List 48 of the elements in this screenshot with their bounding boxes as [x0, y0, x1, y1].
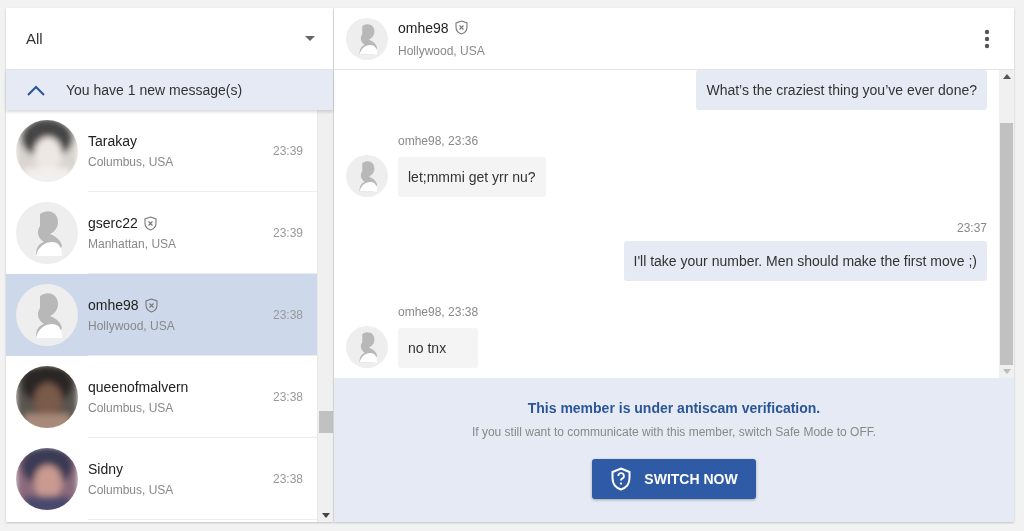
message-bubble: let;mmmi get yrr nu?	[398, 157, 546, 197]
scroll-up-icon[interactable]	[1002, 74, 1011, 79]
banner-text: You have 1 new message(s)	[66, 82, 243, 98]
contact-location: Columbus, USA	[88, 155, 175, 169]
avatar-drawing	[346, 17, 388, 60]
contact-name: omhe98	[88, 297, 139, 313]
more-icon[interactable]	[984, 28, 990, 49]
contact-item[interactable]: gserc22 Manhattan, USA 23:39	[6, 192, 317, 274]
message-time: 23:37	[956, 221, 987, 235]
chat-location: Hollywood, USA	[398, 43, 486, 58]
caret-icon	[305, 36, 315, 41]
message-sender-time: omhe98, 23:36	[398, 134, 480, 148]
avatar-drawing	[346, 326, 388, 368]
shield-question-icon	[610, 467, 633, 491]
contact-time: 23:38	[272, 472, 303, 486]
message-bubble: I'll take your number. Men should make the first move ;)	[623, 241, 987, 281]
contact-name: Tarakay	[88, 133, 138, 149]
scrollbar-thumb[interactable]	[1000, 123, 1013, 365]
avatar-drawing	[16, 284, 78, 346]
contact-time: 23:39	[272, 144, 303, 158]
contact-item[interactable]: omhe98 Hollywood, USA 23:38	[6, 274, 317, 356]
contact-location: Columbus, USA	[88, 483, 175, 497]
message-bubble: What’s the craziest thing you’ve ever done?	[696, 70, 987, 110]
scrollbar[interactable]	[317, 110, 333, 522]
new-message-banner[interactable]: You have 1 new message(s)	[6, 70, 333, 110]
contact-item[interactable]: Sidny Columbus, USA 23:38	[6, 438, 317, 520]
contact-time: 23:38	[272, 308, 303, 322]
contact-name: queenofmalvern	[88, 379, 189, 395]
scrollbar-thumb[interactable]	[318, 411, 333, 433]
contact-time: 23:38	[272, 390, 303, 404]
contact-time: 23:39	[272, 226, 303, 240]
avatar-drawing	[16, 202, 78, 264]
contact-location: Hollywood, USA	[88, 319, 176, 333]
contact-item[interactable]: queenofmalvern Columbus, USA 23:38	[6, 356, 317, 438]
scrollbar[interactable]	[999, 70, 1014, 378]
scroll-down-icon[interactable]	[321, 513, 330, 518]
warning-title: This member is under antiscam verification.	[527, 400, 821, 416]
contact-name: Sidny	[88, 461, 124, 477]
chat-name: omhe98	[398, 19, 449, 36]
message-bubble: no tnx	[398, 328, 479, 368]
message-sender-time: omhe98, 23:38	[398, 305, 479, 319]
warning-text: If you still want to communicate with this member, switch Safe Mode to OFF.	[471, 425, 877, 439]
avatar-drawing	[346, 155, 388, 197]
switch-now-button[interactable]: SWITCH NOW	[592, 459, 756, 499]
contact-location: Columbus, USA	[88, 401, 175, 415]
contact-item[interactable]: Tarakay Columbus, USA 23:39	[6, 110, 317, 192]
contact-name: gserc22	[88, 215, 138, 231]
contact-location: Manhattan, USA	[88, 237, 178, 251]
